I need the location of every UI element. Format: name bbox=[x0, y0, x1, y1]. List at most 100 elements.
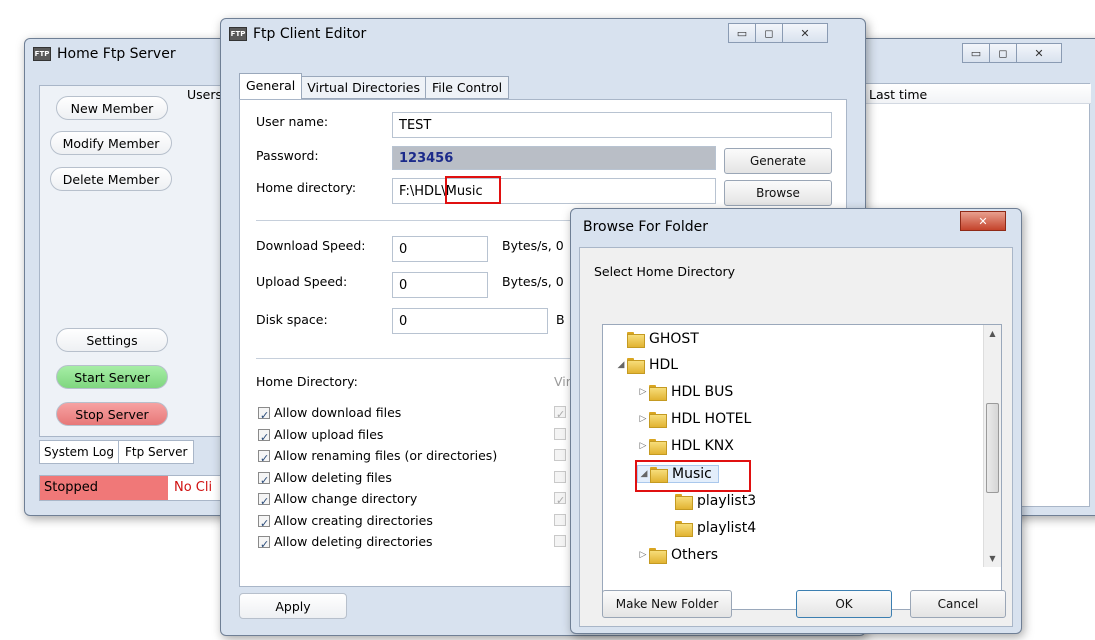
permission-label: Allow change directory bbox=[274, 491, 418, 506]
close-icon[interactable]: ✕ bbox=[960, 211, 1006, 231]
stop-server-button[interactable]: Stop Server bbox=[56, 402, 168, 426]
generate-button[interactable]: Generate bbox=[724, 148, 832, 174]
permission-delete-files[interactable]: Allow deleting files bbox=[258, 467, 497, 491]
cancel-button[interactable]: Cancel bbox=[910, 590, 1006, 618]
permissions-list: Allow download files Allow upload files … bbox=[258, 402, 497, 556]
download-unit-label: Bytes/s, 0 bbox=[502, 238, 564, 253]
virtual-checkbox-icon[interactable] bbox=[554, 513, 566, 526]
permission-rename[interactable]: Allow renaming files (or directories) bbox=[258, 445, 497, 470]
maximize-icon[interactable]: ◻ bbox=[755, 23, 783, 43]
home-directory-section-label: Home Directory: bbox=[256, 374, 358, 389]
tree-item-label: HDL bbox=[649, 357, 679, 373]
permission-upload[interactable]: Allow upload files bbox=[258, 424, 497, 448]
minimize-icon[interactable]: ▭ bbox=[962, 43, 990, 63]
checkbox-icon[interactable] bbox=[258, 470, 270, 491]
editor-window-title: Ftp Client Editor bbox=[253, 26, 367, 42]
tree-item-hdl[interactable]: ◢ HDL bbox=[615, 357, 679, 374]
tree-arrow-icon[interactable]: ▷ bbox=[637, 550, 649, 560]
password-field[interactable]: 123456 bbox=[392, 146, 716, 170]
scroll-up-icon[interactable]: ▲ bbox=[984, 329, 1001, 338]
settings-button[interactable]: Settings bbox=[56, 328, 168, 352]
checkbox-icon[interactable] bbox=[258, 427, 270, 448]
virtual-checkbox-icon[interactable] bbox=[554, 404, 566, 426]
tree-arrow-icon[interactable]: ◢ bbox=[615, 360, 627, 370]
modify-member-button[interactable]: Modify Member bbox=[50, 131, 172, 155]
tree-item-others[interactable]: ▷ Others bbox=[637, 547, 718, 564]
user-name-label: User name: bbox=[256, 114, 329, 129]
tree-item-label: HDL KNX bbox=[671, 438, 734, 454]
tab-file-control[interactable]: File Control bbox=[425, 76, 510, 99]
virtual-checkbox-icon[interactable] bbox=[554, 470, 566, 483]
tree-item-hdl-knx[interactable]: ▷ HDL KNX bbox=[637, 438, 734, 455]
permission-label: Allow creating directories bbox=[274, 512, 433, 528]
user-name-field[interactable]: TEST bbox=[392, 112, 832, 138]
scroll-down-icon[interactable]: ▼ bbox=[984, 554, 1001, 563]
tab-system-log[interactable]: System Log bbox=[39, 440, 119, 464]
virtual-checkbox-icon[interactable] bbox=[554, 490, 566, 512]
dialog-titlebar: Browse For Folder bbox=[571, 209, 1021, 245]
checkbox-icon[interactable] bbox=[258, 448, 270, 470]
tree-item-label: playlist3 bbox=[697, 493, 757, 509]
server-tab-bar: System Log Ftp Server bbox=[39, 440, 223, 464]
last-time-column-header[interactable]: Last time bbox=[861, 84, 1091, 104]
minimize-icon[interactable]: ▭ bbox=[728, 23, 756, 43]
apply-button[interactable]: Apply bbox=[239, 593, 347, 619]
tree-item-playlist4[interactable]: playlist4 bbox=[663, 520, 757, 537]
virtual-checkbox-icon[interactable] bbox=[554, 449, 566, 461]
permission-delete-dirs[interactable]: Allow deleting directories bbox=[258, 531, 497, 556]
tree-item-playlist3[interactable]: playlist3 bbox=[663, 493, 757, 510]
folder-icon bbox=[649, 439, 667, 455]
tree-item-hdl-hotel[interactable]: ▷ HDL HOTEL bbox=[637, 411, 751, 428]
delete-member-button[interactable]: Delete Member bbox=[50, 167, 172, 191]
tree-arrow-icon[interactable]: ▷ bbox=[637, 387, 649, 397]
tree-item-hdl-bus[interactable]: ▷ HDL BUS bbox=[637, 384, 733, 401]
permission-label: Allow deleting directories bbox=[274, 534, 433, 549]
browse-button[interactable]: Browse bbox=[724, 180, 832, 206]
ftp-app-icon: FTP bbox=[33, 47, 51, 61]
start-server-button[interactable]: Start Server bbox=[56, 365, 168, 389]
virtual-directory-section-label: Vir bbox=[554, 374, 571, 389]
tree-item-ghost[interactable]: GHOST bbox=[615, 331, 699, 348]
checkbox-icon[interactable] bbox=[258, 513, 270, 534]
dialog-window-controls: ✕ bbox=[960, 211, 1006, 231]
server-window-controls: ▭ ◻ ✕ bbox=[962, 43, 1062, 63]
last-time-label: Last time bbox=[869, 87, 928, 102]
new-member-button[interactable]: New Member bbox=[56, 96, 168, 120]
users-column-header[interactable]: Users bbox=[187, 87, 222, 102]
checkbox-icon[interactable] bbox=[258, 405, 270, 427]
tree-item-label: playlist4 bbox=[697, 520, 757, 536]
dialog-prompt: Select Home Directory bbox=[594, 264, 736, 279]
tab-virtual-directories[interactable]: Virtual Directories bbox=[302, 76, 426, 99]
tree-arrow-icon[interactable]: ▷ bbox=[637, 414, 649, 424]
tab-general[interactable]: General bbox=[239, 73, 303, 99]
home-directory-field[interactable]: F:\HDL \Music bbox=[392, 178, 716, 204]
permission-change-dir[interactable]: Allow change directory bbox=[258, 488, 497, 513]
divider bbox=[256, 220, 576, 221]
ok-button[interactable]: OK bbox=[796, 590, 892, 618]
divider bbox=[256, 358, 576, 359]
maximize-icon[interactable]: ◻ bbox=[989, 43, 1017, 63]
checkbox-icon[interactable] bbox=[258, 491, 270, 513]
virtual-checkbox-icon[interactable] bbox=[554, 427, 566, 440]
disk-space-field[interactable]: 0 bbox=[392, 308, 548, 334]
tree-scrollbar[interactable]: ▲ ▼ bbox=[983, 325, 1001, 567]
checkbox-icon[interactable] bbox=[258, 534, 270, 556]
upload-speed-field[interactable]: 0 bbox=[392, 272, 488, 298]
download-speed-field[interactable]: 0 bbox=[392, 236, 488, 262]
home-directory-highlight bbox=[445, 176, 501, 204]
folder-icon bbox=[627, 358, 645, 374]
upload-unit-label: Bytes/s, 0 bbox=[502, 274, 564, 289]
make-new-folder-button[interactable]: Make New Folder bbox=[602, 590, 732, 618]
permission-label: Allow upload files bbox=[274, 426, 384, 442]
tab-ftp-server[interactable]: Ftp Server bbox=[119, 440, 195, 464]
permission-create-dirs[interactable]: Allow creating directories bbox=[258, 510, 497, 534]
virtual-checkbox-icon[interactable] bbox=[554, 535, 566, 547]
tree-arrow-icon[interactable]: ▷ bbox=[637, 441, 649, 451]
close-icon[interactable]: ✕ bbox=[1016, 43, 1062, 63]
folder-icon bbox=[675, 521, 693, 537]
permission-download[interactable]: Allow download files bbox=[258, 402, 497, 427]
close-icon[interactable]: ✕ bbox=[782, 23, 828, 43]
member-button-panel: New Member Modify Member Delete Member S… bbox=[39, 85, 223, 437]
scroll-thumb[interactable] bbox=[986, 403, 999, 493]
music-folder-highlight bbox=[635, 460, 751, 492]
